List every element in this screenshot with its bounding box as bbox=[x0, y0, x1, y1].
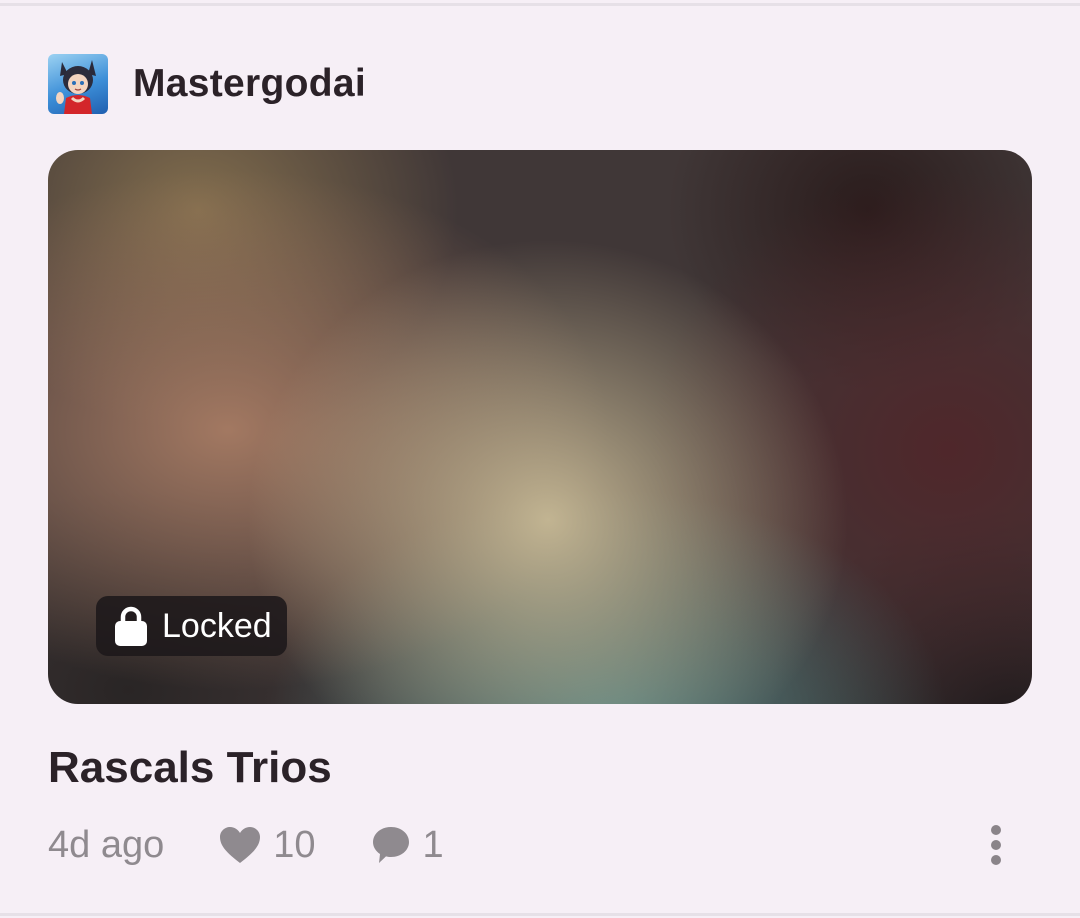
menu-dot bbox=[991, 825, 1001, 835]
menu-dot bbox=[991, 855, 1001, 865]
author-avatar[interactable] bbox=[48, 54, 108, 114]
more-options-button[interactable] bbox=[976, 820, 1016, 870]
heart-icon bbox=[220, 827, 261, 863]
menu-dot bbox=[991, 840, 1001, 850]
author-row[interactable]: Mastergodai bbox=[48, 54, 366, 114]
locked-badge: Locked bbox=[96, 596, 287, 656]
like-count: 10 bbox=[273, 823, 316, 866]
comment-button[interactable]: 1 bbox=[371, 824, 444, 867]
comment-count: 1 bbox=[422, 823, 444, 866]
post-thumbnail[interactable]: Locked bbox=[48, 150, 1032, 704]
lock-icon bbox=[115, 606, 147, 646]
bottom-divider bbox=[0, 913, 1080, 916]
comment-bubble-icon bbox=[372, 827, 409, 863]
locked-label: Locked bbox=[162, 606, 272, 645]
author-name[interactable]: Mastergodai bbox=[133, 62, 366, 106]
top-divider bbox=[0, 3, 1080, 6]
like-button[interactable]: 10 bbox=[219, 823, 316, 867]
post-title[interactable]: Rascals Trios bbox=[48, 740, 332, 796]
post-time: 4d ago bbox=[48, 823, 165, 866]
avatar-image-icon bbox=[56, 60, 96, 114]
post-meta: 4d ago 10 1 bbox=[48, 820, 499, 870]
